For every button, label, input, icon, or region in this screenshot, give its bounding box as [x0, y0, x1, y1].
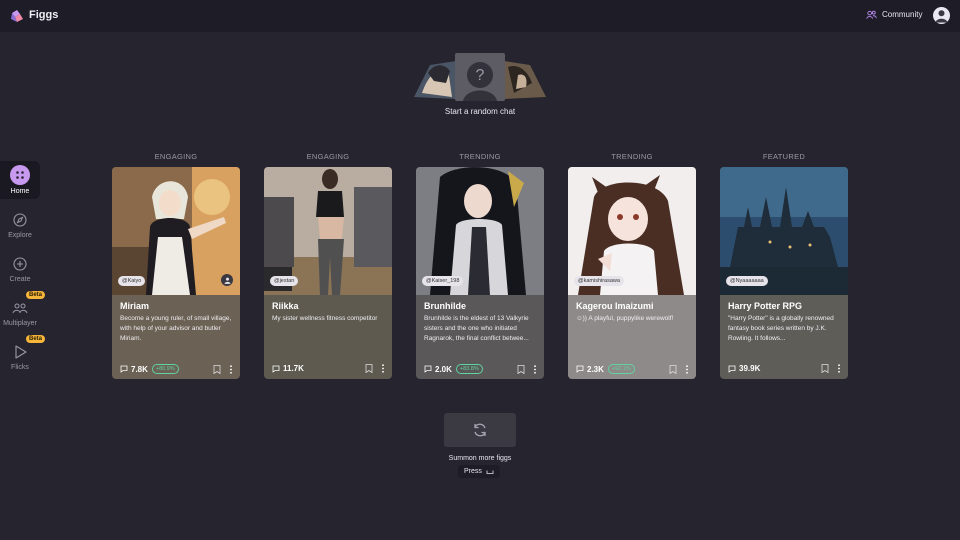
character-description: "Harry Potter" is a globally renowned fa…: [728, 315, 834, 342]
card-footer: 11.7K: [272, 364, 386, 373]
growth-badge: +92.1%: [607, 364, 635, 374]
beta-badge: Beta: [26, 335, 46, 343]
more-options-icon[interactable]: [684, 364, 690, 374]
character-name: Harry Potter RPG: [728, 301, 803, 311]
chat-icon: [272, 365, 280, 373]
user-avatar[interactable]: [933, 7, 950, 24]
chat-icon: [576, 365, 584, 373]
card-category-label: ENGAGING: [306, 152, 350, 161]
card-category-label: ENGAGING: [154, 152, 198, 161]
character-name: Miriam: [120, 301, 150, 311]
plus-circle-icon: [13, 257, 27, 271]
random-chat-button[interactable]: ?: [414, 53, 546, 101]
sidebar-item-create[interactable]: Create: [0, 251, 40, 291]
creator-handle[interactable]: @kamishirasawa: [574, 276, 624, 286]
chat-count: 7.8K: [131, 364, 148, 374]
summon-more-button[interactable]: [444, 413, 516, 447]
card-footer: 39.9K: [728, 364, 842, 373]
chat-count: 11.7K: [283, 364, 304, 373]
compass-icon: [13, 213, 27, 227]
card-footer: 7.8K +80.9%: [120, 364, 234, 374]
sidebar-item-explore[interactable]: Explore: [0, 207, 40, 247]
character-description: My sister wellness fitness competitor: [272, 315, 378, 322]
growth-badge: +83.8%: [455, 364, 483, 374]
sidebar-item-label: Flicks: [11, 364, 29, 371]
press-label: Press: [464, 468, 482, 475]
bookmark-icon[interactable]: [213, 364, 221, 374]
community-icon: [866, 10, 877, 19]
character-card-miriam[interactable]: @Kaiyo Miriam Become a young ruler, of s…: [112, 167, 240, 379]
creator-handle[interactable]: @jestan: [270, 276, 299, 286]
user-icon: [935, 10, 948, 23]
more-options-icon[interactable]: [380, 364, 386, 373]
character-card-brunhilde[interactable]: @Kaiser_198 Brunhilde Brunhilde is the e…: [416, 167, 544, 379]
character-card-kagerou[interactable]: @kamishirasawa Kagerou Imaizumi ☺)) A pl…: [568, 167, 696, 379]
chat-icon: [728, 365, 736, 373]
brand-name[interactable]: Figgs: [29, 9, 58, 21]
character-name: Kagerou Imaizumi: [576, 301, 654, 311]
sidebar-item-home[interactable]: Home: [0, 161, 40, 199]
more-options-icon[interactable]: [836, 364, 842, 373]
creator-handle[interactable]: @Nyaaaaaaa: [726, 276, 768, 286]
sidebar-item-label: Home: [10, 188, 30, 195]
creator-handle[interactable]: @Kaiser_198: [422, 276, 464, 286]
keyboard-hint: Press: [458, 465, 500, 478]
random-chat-label: Start a random chat: [444, 107, 516, 116]
svg-text:?: ?: [476, 67, 485, 84]
chat-icon: [120, 365, 128, 373]
character-name: Riikka: [272, 301, 299, 311]
random-avatars-image: ?: [414, 53, 546, 101]
sidebar-item-multiplayer[interactable]: Multiplayer Beta: [0, 291, 46, 335]
bookmark-icon[interactable]: [821, 364, 829, 373]
summon-more-label: Summon more figgs: [448, 455, 512, 462]
character-description: Become a young ruler, of small village, …: [120, 315, 232, 342]
person-icon: [221, 274, 233, 286]
card-category-label: TRENDING: [611, 152, 653, 161]
more-options-icon[interactable]: [228, 364, 234, 374]
character-card-harry-potter-rpg[interactable]: @Nyaaaaaaa Harry Potter RPG "Harry Potte…: [720, 167, 848, 379]
character-description: ☺)) A playful, puppylike werewolf!: [576, 315, 674, 322]
home-icon: [10, 165, 30, 185]
card-footer: 2.0K +83.8%: [424, 364, 538, 374]
character-card-riikka[interactable]: @jestan Riikka My sister wellness fitnes…: [264, 167, 392, 379]
chat-count: 2.3K: [587, 364, 604, 374]
more-options-icon[interactable]: [532, 364, 538, 374]
bookmark-icon[interactable]: [365, 364, 373, 373]
card-category-label: FEATURED: [762, 152, 806, 161]
community-link[interactable]: Community: [866, 9, 922, 20]
sidebar-item-label: Create: [9, 276, 31, 283]
card-footer: 2.3K +92.1%: [576, 364, 690, 374]
sidebar-item-label: Multiplayer: [3, 320, 37, 327]
growth-badge: +80.9%: [151, 364, 179, 374]
chat-count: 2.0K: [435, 364, 452, 374]
bookmark-icon[interactable]: [669, 364, 677, 374]
chat-icon: [424, 365, 432, 373]
play-icon: [15, 345, 27, 359]
community-label: Community: [882, 10, 923, 19]
top-bar: [0, 0, 960, 32]
beta-badge: Beta: [26, 291, 46, 299]
chat-count: 39.9K: [739, 364, 761, 373]
sidebar-item-label: Explore: [8, 232, 32, 239]
character-description: Brunhilde is the eldest of 13 Valkyrie s…: [424, 315, 529, 342]
sidebar-item-flicks[interactable]: Flicks Beta: [0, 335, 46, 379]
card-category-label: TRENDING: [459, 152, 501, 161]
refresh-icon: [474, 423, 486, 437]
multiplayer-icon: [12, 303, 28, 314]
creator-handle[interactable]: @Kaiyo: [118, 276, 146, 286]
spacebar-key-icon: [486, 470, 494, 474]
character-name: Brunhilde: [424, 301, 466, 311]
figgs-logo-icon[interactable]: [9, 8, 25, 24]
bookmark-icon[interactable]: [517, 364, 525, 374]
